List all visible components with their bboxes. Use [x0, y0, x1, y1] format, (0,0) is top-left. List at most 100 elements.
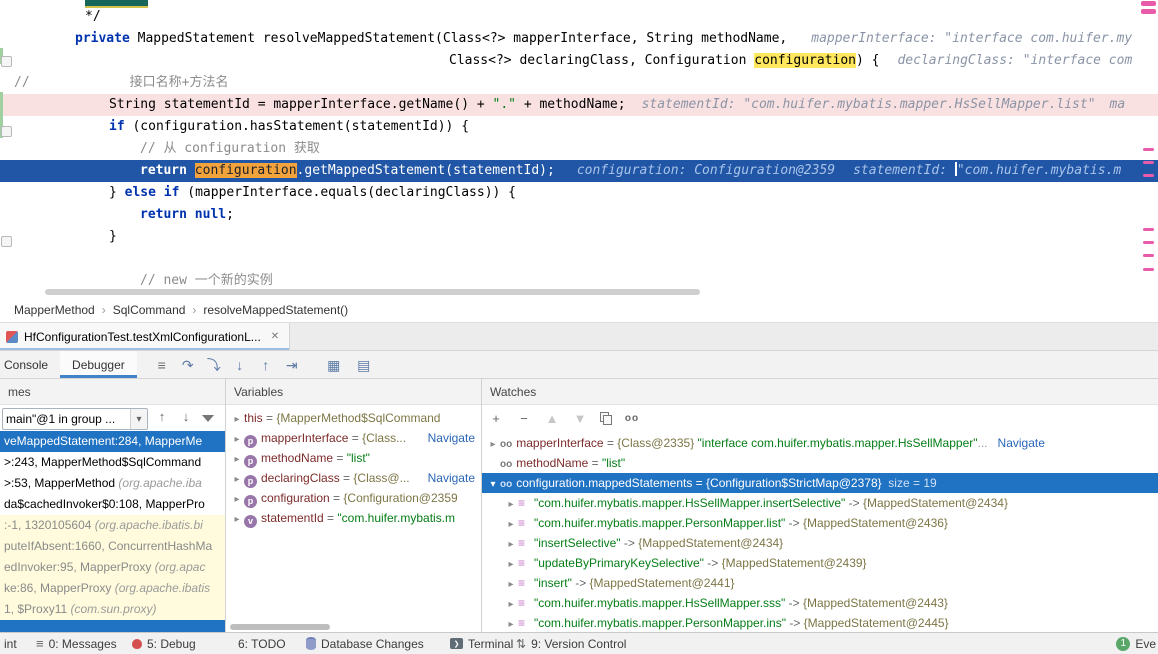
- statusbar-left-cut-text[interactable]: int: [4, 633, 17, 654]
- code-line[interactable]: //接口名称+方法名: [0, 72, 1158, 94]
- step-over-icon[interactable]: ⤵: [203, 352, 225, 378]
- add-watch-icon[interactable]: +: [488, 411, 504, 426]
- breadcrumb-item[interactable]: SqlCommand: [113, 303, 186, 317]
- event-log-widget[interactable]: 1 Eve: [1116, 633, 1158, 654]
- chevron-right-icon[interactable]: ▸: [230, 450, 244, 468]
- show-watches-in-variables-icon[interactable]: oo: [624, 413, 640, 424]
- chevron-right-icon[interactable]: ▸: [504, 515, 518, 533]
- chevron-right-icon[interactable]: ▸: [504, 615, 518, 632]
- watch-row[interactable]: ▸ oo mapperInterface = {Class@2335} "inter…: [482, 433, 1158, 453]
- variable-row[interactable]: ▸ this = {MapperMethod$SqlCommand: [226, 408, 481, 428]
- scrollbar-thumb[interactable]: [45, 289, 700, 295]
- navigate-link[interactable]: Navigate: [428, 468, 475, 488]
- chevron-right-icon[interactable]: ▸: [504, 555, 518, 573]
- chevron-right-icon[interactable]: ▸: [504, 535, 518, 553]
- next-frame-icon[interactable]: ↓: [178, 409, 194, 424]
- frame-row[interactable]: [0, 620, 225, 632]
- statusbar-database-changes[interactable]: Database Changes: [306, 633, 424, 654]
- layout-grid-icon[interactable]: ▦: [323, 352, 345, 378]
- chevron-right-icon[interactable]: ▸: [504, 575, 518, 593]
- chevron-right-icon[interactable]: ▸: [230, 410, 244, 428]
- variable-row[interactable]: ▸ p mapperInterface = {Class... Navigate: [226, 428, 481, 448]
- thread-selector[interactable]: main"@1 in group ... ▾: [2, 408, 148, 430]
- breadcrumb-item[interactable]: resolveMappedStatement(): [203, 303, 348, 317]
- frame-row[interactable]: edInvoker:95, MapperProxy (org.apac: [0, 557, 225, 578]
- code-line[interactable]: String statementId = mapperInterface.get…: [0, 94, 1158, 116]
- breadcrumb-item[interactable]: MapperMethod: [14, 303, 95, 317]
- navigate-link[interactable]: Navigate: [998, 436, 1045, 450]
- show-execution-point-icon[interactable]: ↷: [177, 352, 199, 378]
- watch-row[interactable]: oo methodName = "list": [482, 453, 1158, 473]
- code-area[interactable]: */private MappedStatement resolveMappedS…: [0, 0, 1158, 297]
- frame-row[interactable]: ke:86, MapperProxy (org.apache.ibatis: [0, 578, 225, 599]
- watch-row[interactable]: ▸ ≡ "com.huifer.mybatis.mapper.PersonMappe…: [482, 613, 1158, 632]
- variable-row[interactable]: ▸ p methodName = "list": [226, 448, 481, 468]
- code-line[interactable]: // 从 configuration 获取: [0, 138, 1158, 160]
- variable-row[interactable]: ▸ v statementId = "com.huifer.mybatis.m: [226, 508, 481, 528]
- close-icon[interactable]: ✕: [271, 331, 279, 342]
- gutter-icon[interactable]: [1, 126, 12, 137]
- error-stripe-mark[interactable]: [1143, 228, 1154, 231]
- code-line[interactable]: */: [0, 6, 1158, 28]
- run-to-cursor-icon[interactable]: ⇥: [281, 352, 303, 378]
- variables-horizontal-scrollbar[interactable]: [230, 624, 330, 630]
- layout-menu-icon[interactable]: ≡: [151, 352, 173, 378]
- chevron-right-icon[interactable]: ▸: [230, 490, 244, 508]
- watch-row[interactable]: ▸ ≡ "insert" -> {MappedStatement@2441}: [482, 573, 1158, 593]
- statusbar-version-control[interactable]: ⇅ 9: Version Control: [516, 633, 626, 654]
- move-watch-down-icon[interactable]: ▼: [572, 411, 588, 426]
- restore-layout-icon[interactable]: ▤: [353, 352, 375, 378]
- code-line[interactable]: } else if (mapperInterface.equals(declar…: [0, 182, 1158, 204]
- chevron-right-icon[interactable]: ▸: [486, 435, 500, 453]
- code-line[interactable]: return configuration.getMappedStatement(…: [0, 160, 1158, 182]
- chevron-right-icon[interactable]: ▸: [230, 510, 244, 528]
- error-stripe-mark[interactable]: [1143, 161, 1154, 164]
- watch-row[interactable]: ▸ ≡ "com.huifer.mybatis.mapper.PersonMappe…: [482, 513, 1158, 533]
- navigate-link[interactable]: Navigate: [428, 428, 475, 448]
- error-stripe-mark[interactable]: [1143, 268, 1154, 271]
- chevron-right-icon[interactable]: ▸: [230, 470, 244, 488]
- chevron-down-icon[interactable]: ▾: [130, 409, 147, 429]
- previous-frame-icon[interactable]: ↑: [154, 409, 170, 424]
- code-line[interactable]: [0, 248, 1158, 270]
- error-stripe-mark[interactable]: [1143, 148, 1154, 151]
- code-editor[interactable]: */private MappedStatement resolveMappedS…: [0, 0, 1158, 298]
- error-stripe-mark[interactable]: [1143, 254, 1154, 257]
- debugger-tab-debugger[interactable]: Debugger: [60, 351, 137, 378]
- statusbar-todo[interactable]: 6: TODO: [238, 633, 286, 654]
- code-line[interactable]: Class<?> declaringClass, Configuration c…: [0, 50, 1158, 72]
- error-stripe-mark[interactable]: [1141, 9, 1156, 14]
- chevron-down-icon[interactable]: ▾: [486, 475, 500, 493]
- watch-row[interactable]: ▾ oo configuration.mappedStatements = {Con…: [482, 473, 1158, 493]
- frame-row[interactable]: >:53, MapperMethod (org.apache.iba: [0, 473, 225, 494]
- watch-row[interactable]: ▸ ≡ "com.huifer.mybatis.mapper.HsSellMappe…: [482, 493, 1158, 513]
- gutter-icon[interactable]: [1, 236, 12, 247]
- chevron-right-icon[interactable]: ▸: [230, 430, 244, 448]
- step-into-icon[interactable]: ↓: [229, 352, 251, 378]
- error-stripe-mark[interactable]: [1143, 174, 1154, 177]
- editor-horizontal-scrollbar[interactable]: [0, 288, 1158, 296]
- duplicate-watch-icon[interactable]: [600, 412, 612, 425]
- statusbar-messages[interactable]: ≡ 0: Messages: [36, 633, 117, 654]
- watch-row[interactable]: ▸ ≡ "insertSelective" -> {MappedStatement@…: [482, 533, 1158, 553]
- code-line[interactable]: private MappedStatement resolveMappedSta…: [0, 28, 1158, 50]
- code-line[interactable]: return null;: [0, 204, 1158, 226]
- code-line[interactable]: if (configuration.hasStatement(statement…: [0, 116, 1158, 138]
- frame-row[interactable]: puteIfAbsent:1660, ConcurrentHashMa: [0, 536, 225, 557]
- error-stripe-mark[interactable]: [1141, 1, 1156, 6]
- watch-row[interactable]: ▸ ≡ "updateByPrimaryKeySelective" -> {Mapp…: [482, 553, 1158, 573]
- variable-row[interactable]: ▸ p declaringClass = {Class@... Navigate: [226, 468, 481, 488]
- chevron-right-icon[interactable]: ▸: [504, 595, 518, 613]
- error-stripe-mark[interactable]: [1143, 241, 1154, 244]
- code-line[interactable]: }: [0, 226, 1158, 248]
- frame-row[interactable]: 1, $Proxy11 (com.sun.proxy): [0, 599, 225, 620]
- remove-watch-icon[interactable]: −: [516, 411, 532, 426]
- chevron-right-icon[interactable]: ▸: [504, 495, 518, 513]
- debugger-tab-console[interactable]: Console: [0, 351, 60, 378]
- statusbar-debug[interactable]: 5: Debug: [132, 633, 196, 654]
- debug-session-tab[interactable]: HfConfigurationTest.testXmlConfiguration…: [0, 323, 291, 350]
- gutter-icon[interactable]: [1, 56, 12, 67]
- watch-row[interactable]: ▸ ≡ "com.huifer.mybatis.mapper.HsSellMappe…: [482, 593, 1158, 613]
- move-watch-up-icon[interactable]: ▲: [544, 411, 560, 426]
- hide-library-frames-filter-icon[interactable]: [202, 414, 214, 422]
